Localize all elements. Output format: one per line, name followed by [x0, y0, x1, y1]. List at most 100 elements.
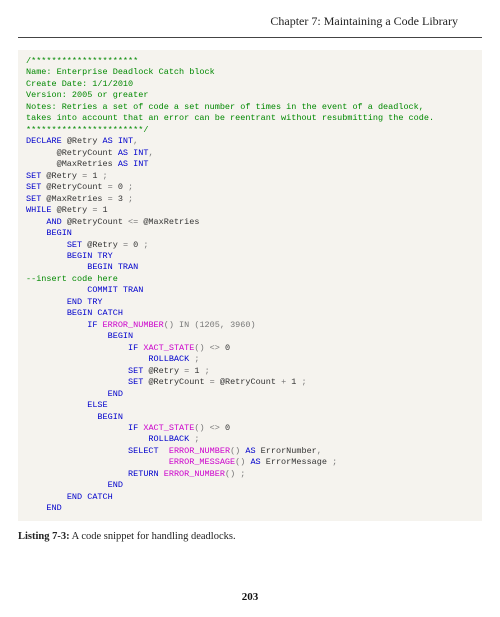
- kw-end-1: END: [108, 389, 123, 399]
- kw-rollback-2: ROLLBACK: [148, 434, 189, 444]
- kw-end-3: END: [46, 503, 61, 513]
- paren-6: (): [225, 469, 235, 479]
- comma-1: ,: [133, 136, 138, 146]
- kw-in: IN: [174, 320, 194, 330]
- comment-head-6: takes into account that an error can be …: [26, 113, 434, 123]
- fn-xact-1: XACT_STATE: [143, 343, 194, 353]
- kw-as-2: AS: [118, 148, 128, 158]
- comment-head-1: /*********************: [26, 56, 138, 66]
- kw-if-1: IF: [87, 320, 97, 330]
- zero-2: 0: [225, 423, 230, 433]
- indent12-a: [26, 262, 87, 272]
- paren-1: (): [164, 320, 174, 330]
- kw-while: WHILE: [26, 205, 52, 215]
- fn-errnum-3: ERROR_NUMBER: [164, 469, 225, 479]
- kw-commit-tran: COMMIT TRAN: [87, 285, 143, 295]
- val-0-b: 0: [128, 240, 143, 250]
- ty-int-3: INT: [128, 159, 148, 169]
- val-0-a: 0: [113, 182, 128, 192]
- val-1-a: 1: [87, 171, 102, 181]
- indent12-b: [26, 285, 87, 295]
- and-l: @RetryCount: [62, 217, 128, 227]
- indent14-a: [26, 412, 97, 422]
- paren-2: (): [194, 343, 204, 353]
- in-list: (1205, 3960): [194, 320, 255, 330]
- kw-begin-catch: BEGIN CATCH: [67, 308, 123, 318]
- indent16-a: [26, 331, 108, 341]
- neq-1: <>: [205, 343, 225, 353]
- indent12-c: [26, 320, 87, 330]
- kw-set-3: SET: [26, 194, 41, 204]
- kw-begin-tran: BEGIN TRAN: [87, 262, 138, 272]
- indent24-b: [26, 434, 148, 444]
- semi-1: ;: [103, 171, 108, 181]
- set-retry-0-var: @Retry: [82, 240, 123, 250]
- indent16-b: [26, 389, 108, 399]
- semi-8: ;: [189, 434, 199, 444]
- kw-end-try: END TRY: [67, 297, 103, 307]
- indent4-a: [26, 228, 46, 238]
- comment-head-7: ***********************/: [26, 125, 148, 135]
- listing-caption: Listing 7-3: A code snippet for handling…: [18, 531, 482, 542]
- kw-end-catch: END CATCH: [67, 492, 113, 502]
- fn-errnum-2: ERROR_NUMBER: [169, 446, 230, 456]
- indent8-a: [26, 240, 67, 250]
- indent8-d: [26, 308, 67, 318]
- kw-set-4: SET: [67, 240, 82, 250]
- semi-6: ;: [205, 366, 210, 376]
- kw-as-1: AS: [103, 136, 113, 146]
- ty-int-2: INT: [128, 148, 148, 158]
- set-retry-1-var: @Retry: [41, 171, 82, 181]
- indent8-e: [26, 492, 67, 502]
- semi-3: ;: [128, 194, 133, 204]
- as-errmsg: ErrorMessage: [261, 457, 332, 467]
- indent20-c: [26, 377, 128, 387]
- and-indent: [26, 217, 46, 227]
- kw-set-6: SET: [128, 377, 143, 387]
- page-number: 203: [0, 591, 500, 603]
- fn-errnum-1: ERROR_NUMBER: [103, 320, 164, 330]
- semi-5: ;: [189, 354, 199, 364]
- set-rc-expr-r: @RetryCount: [215, 377, 281, 387]
- set-rc-0-var: @RetryCount: [41, 182, 107, 192]
- set-rc-expr-l: @RetryCount: [143, 377, 209, 387]
- fn-errmsg: ERROR_MESSAGE: [169, 457, 235, 467]
- indent4-b: [26, 503, 46, 513]
- and-r: @MaxRetries: [138, 217, 199, 227]
- code-listing: /********************* Name: Enterprise …: [18, 50, 482, 521]
- kw-else: ELSE: [87, 400, 107, 410]
- comment-head-2: Name: Enterprise Deadlock Catch block: [26, 67, 215, 77]
- kw-begin-1: BEGIN: [46, 228, 72, 238]
- comment-insert: --insert code here: [26, 274, 118, 284]
- indent8-b: [26, 251, 67, 261]
- val-1-d: 1: [286, 377, 301, 387]
- kw-set-1: SET: [26, 171, 41, 181]
- caption-label: Listing 7-3:: [18, 531, 70, 542]
- paren-3: (): [194, 423, 204, 433]
- indent20-f: [26, 469, 128, 479]
- paren-5: (): [235, 457, 245, 467]
- semi-10: ;: [235, 469, 245, 479]
- indent-mr: @MaxRetries: [26, 159, 118, 169]
- as-errnum: ErrorNumber: [256, 446, 317, 456]
- indent20-d: [26, 423, 128, 433]
- kw-as-5: AS: [250, 457, 260, 467]
- comment-head-4: Version: 2005 or greater: [26, 90, 148, 100]
- paren-4: (): [230, 446, 240, 456]
- indent20-b: [26, 366, 128, 376]
- kw-set-2: SET: [26, 182, 41, 192]
- op-le: <=: [128, 217, 138, 227]
- sp2-a: [159, 446, 169, 456]
- zero-1: 0: [225, 343, 230, 353]
- val-1-c: 1: [189, 366, 204, 376]
- val-3-a: 3: [113, 194, 128, 204]
- kw-as-3: AS: [118, 159, 128, 169]
- kw-rollback-1: ROLLBACK: [148, 354, 189, 364]
- kw-if-2: IF: [128, 343, 138, 353]
- chapter-header: Chapter 7: Maintaining a Code Library: [18, 0, 482, 38]
- indent8-c: [26, 297, 67, 307]
- while-var: @Retry: [52, 205, 93, 215]
- kw-as-4: AS: [245, 446, 255, 456]
- comment-head-3: Create Date: 1/1/2010: [26, 79, 133, 89]
- indent16-c: [26, 480, 108, 490]
